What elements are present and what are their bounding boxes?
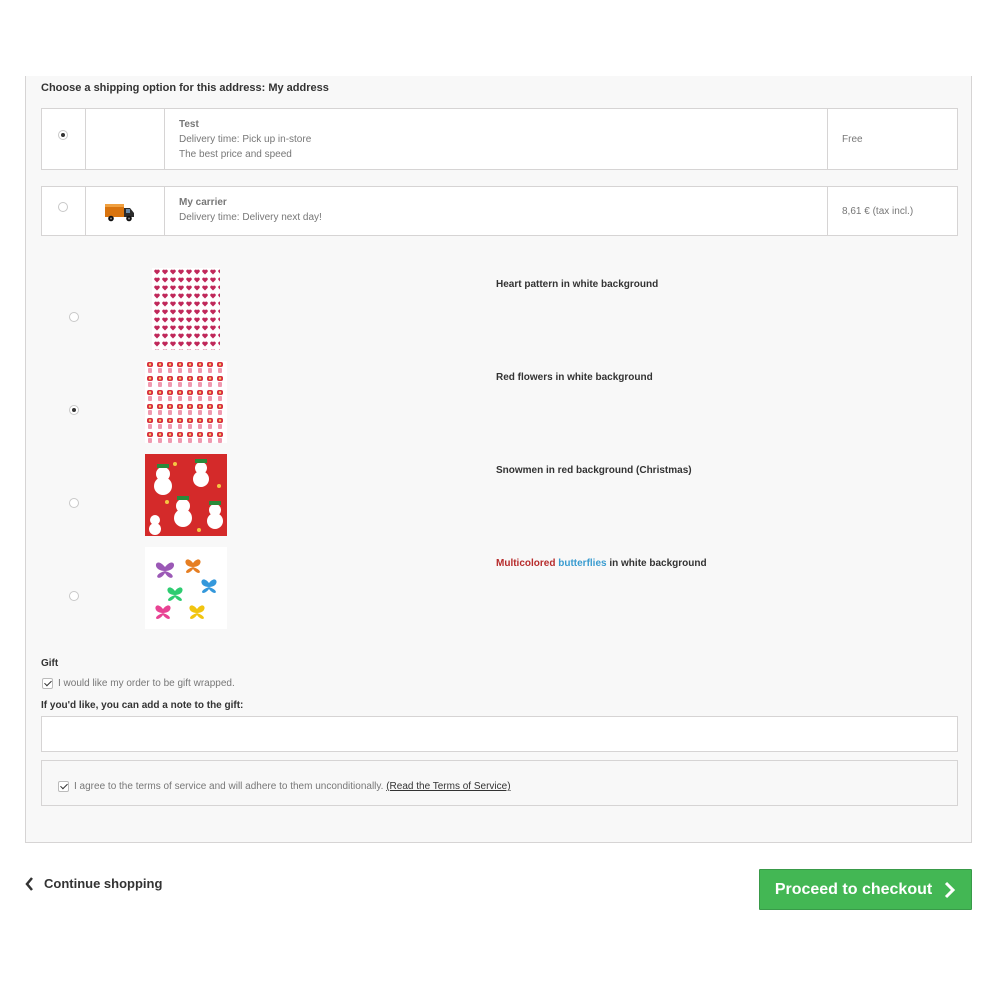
carrier-radio-my-carrier[interactable] xyxy=(58,202,68,212)
wrapping-radio[interactable] xyxy=(69,591,79,601)
wrapping-label: Red flowers in white background xyxy=(496,372,653,383)
checkout-panel: Choose a shipping option for this addres… xyxy=(25,76,972,843)
carrier-info: My carrier Delivery time: Delivery next … xyxy=(165,187,828,235)
wrapping-option-butterflies[interactable]: Multicolored butterflies in white backgr… xyxy=(26,542,973,635)
terms-text: I agree to the terms of service and will… xyxy=(74,781,384,792)
continue-shopping-button[interactable]: Continue shopping xyxy=(25,876,162,891)
gift-title: Gift xyxy=(41,658,59,669)
carrier-radio-cell[interactable] xyxy=(42,187,86,235)
wrapping-option-snowmen[interactable]: Snowmen in red background (Christmas) xyxy=(26,449,973,542)
wrapping-label-multicolored: Multicolored xyxy=(496,558,556,569)
carrier-radio-test[interactable] xyxy=(58,130,68,140)
snowmen-image xyxy=(145,454,227,536)
wrapping-label: Snowmen in red background (Christmas) xyxy=(496,465,692,476)
wrapping-radio[interactable] xyxy=(69,405,79,415)
carrier-price: 8,61 € (tax incl.) xyxy=(842,205,914,217)
carrier-info: Test Delivery time: Pick up in-store The… xyxy=(165,109,828,169)
wrapping-label-rest: in white background xyxy=(609,558,707,569)
carrier-logo-cell xyxy=(86,109,165,169)
wrapping-option-hearts[interactable]: Heart pattern in white background xyxy=(26,263,973,356)
wrapping-radio[interactable] xyxy=(69,312,79,322)
shipping-heading: Choose a shipping option for this addres… xyxy=(41,82,329,94)
carrier-price: Free xyxy=(842,133,863,145)
carrier-delivery-time: Delivery time: Delivery next day! xyxy=(179,212,322,223)
carrier-name: My carrier xyxy=(179,197,227,208)
gift-wrap-label: I would like my order to be gift wrapped… xyxy=(58,678,235,689)
heart-pattern-image xyxy=(152,268,220,350)
chevron-right-icon xyxy=(945,881,956,898)
terms-checkbox[interactable] xyxy=(58,781,69,792)
chevron-left-icon xyxy=(25,876,33,891)
wrapping-label-butterflies: butterflies xyxy=(558,558,607,569)
carrier-name: Test xyxy=(179,119,199,130)
carrier-description: The best price and speed xyxy=(179,149,292,160)
truck-icon xyxy=(105,204,134,222)
carrier-option-my-carrier[interactable]: My carrier Delivery time: Delivery next … xyxy=(41,186,958,236)
carrier-delivery-time: Delivery time: Pick up in-store xyxy=(179,134,312,145)
wrapping-option-flowers[interactable]: Red flowers in white background xyxy=(26,356,973,449)
gift-note-field[interactable] xyxy=(41,716,958,752)
continue-shopping-label: Continue shopping xyxy=(44,876,163,891)
carrier-logo-cell xyxy=(86,187,165,235)
butterflies-image xyxy=(145,547,227,629)
gift-wrap-checkbox[interactable] xyxy=(42,678,53,689)
checkout-label: Proceed to checkout xyxy=(774,880,933,898)
gift-note-label: If you'd like, you can add a note to the… xyxy=(41,700,244,711)
wrapping-label: Heart pattern in white background xyxy=(496,279,659,290)
terms-link[interactable]: (Read the Terms of Service) xyxy=(386,781,510,792)
proceed-to-checkout-button[interactable]: Proceed to checkout xyxy=(759,869,972,910)
terms-label: I agree to the terms of service and will… xyxy=(74,781,511,792)
terms-box: I agree to the terms of service and will… xyxy=(41,760,958,806)
wrapping-radio[interactable] xyxy=(69,498,79,508)
carrier-radio-cell[interactable] xyxy=(42,109,86,169)
carrier-option-test[interactable]: Test Delivery time: Pick up in-store The… xyxy=(41,108,958,170)
wrapping-label: Multicolored butterflies in white backgr… xyxy=(496,558,707,569)
red-flowers-image xyxy=(145,361,227,443)
